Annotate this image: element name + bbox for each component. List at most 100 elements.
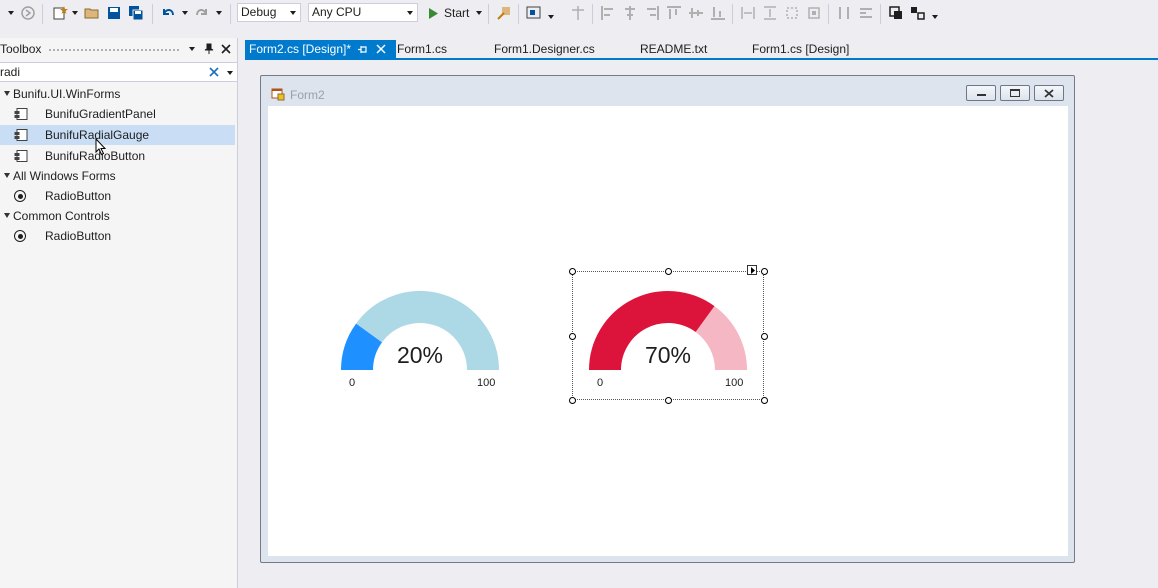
group-label: All Windows Forms: [13, 169, 116, 183]
tab-label: README.txt: [640, 42, 708, 56]
redo-dropdown-icon[interactable]: [216, 11, 222, 15]
form-title: Form2: [290, 88, 325, 102]
toolbox-search[interactable]: [0, 62, 237, 82]
align-center-icon: [625, 6, 635, 20]
undo-icon[interactable]: [160, 5, 176, 21]
resize-handle[interactable]: [761, 333, 768, 340]
component-icon: [14, 129, 28, 141]
redo-icon[interactable]: [194, 5, 210, 21]
resize-handle[interactable]: [665, 397, 672, 404]
close-icon[interactable]: [376, 44, 386, 54]
chevron-down-icon[interactable]: [8, 11, 14, 15]
configuration-value: Debug: [241, 5, 277, 19]
expanded-triangle-icon[interactable]: [4, 91, 10, 96]
navigate-forward-icon[interactable]: [20, 5, 36, 21]
play-icon: [429, 8, 438, 19]
item-label: BunifuGradientPanel: [45, 107, 156, 121]
chevron-down-icon: [290, 11, 296, 15]
vertical-spacing-icon: [860, 8, 872, 18]
gauge-min-label: 0: [349, 377, 356, 389]
align-top-icon: [667, 6, 681, 19]
save-icon[interactable]: [106, 5, 122, 21]
platform-select[interactable]: Any CPU: [308, 3, 418, 22]
close-button[interactable]: [1034, 85, 1064, 101]
radio-button-icon: [14, 190, 26, 202]
item-label: RadioButton: [45, 229, 112, 243]
bring-to-front-icon[interactable]: [888, 5, 904, 21]
component-icon: [14, 150, 28, 162]
resize-handle[interactable]: [761, 397, 768, 404]
tab-form2-design[interactable]: Form2.cs [Design]*: [245, 40, 396, 58]
align-grid-icon: [572, 6, 584, 20]
tree-group[interactable]: Common Controls: [0, 206, 235, 226]
minimize-button[interactable]: [966, 85, 996, 101]
new-project-icon[interactable]: [52, 5, 68, 21]
same-height-icon: [764, 6, 776, 20]
platform-value: Any CPU: [312, 5, 362, 19]
expanded-triangle-icon[interactable]: [4, 173, 10, 178]
toolbox-search-input[interactable]: [0, 64, 200, 80]
minimize-icon: [977, 94, 986, 96]
tab-order-icon[interactable]: [910, 5, 926, 21]
layout-icon[interactable]: [526, 5, 542, 21]
radial-gauge[interactable]: 20% 0 100: [330, 280, 510, 392]
close-icon: [1044, 89, 1054, 98]
panel-options-icon[interactable]: [189, 47, 195, 51]
resize-handle[interactable]: [569, 397, 576, 404]
list-item[interactable]: BunifuGradientPanel: [0, 104, 235, 124]
close-icon[interactable]: [220, 43, 232, 55]
form-icon: [271, 88, 285, 101]
list-item[interactable]: RadioButton: [0, 186, 235, 206]
list-item[interactable]: BunifuRadioButton: [0, 146, 235, 166]
main-toolbar: Debug Any CPU Start: [0, 0, 1158, 28]
expanded-triangle-icon[interactable]: [4, 213, 10, 218]
component-icon: [14, 108, 28, 120]
open-folder-icon[interactable]: [84, 5, 100, 21]
search-options-icon[interactable]: [227, 71, 233, 75]
align-right-icon: [647, 6, 659, 20]
chevron-down-icon: [476, 11, 482, 15]
tab-form1-design[interactable]: Form1.cs [Design]: [752, 40, 849, 58]
tab-label: Form1.cs: [397, 42, 448, 56]
start-label: Start: [444, 6, 470, 20]
gauge-max-label: 100: [477, 377, 496, 389]
resize-handle[interactable]: [569, 333, 576, 340]
new-dropdown-icon[interactable]: [72, 11, 78, 15]
toolbox-title: Toolbox: [0, 42, 42, 56]
tab-readme[interactable]: README.txt: [640, 40, 707, 58]
item-label: RadioButton: [45, 189, 112, 203]
size-to-grid-icon: [808, 7, 820, 19]
toolbar-options-icon[interactable]: [932, 15, 938, 19]
resize-handle[interactable]: [761, 268, 768, 275]
tab-form1-cs[interactable]: Form1.cs: [397, 40, 447, 58]
tab-label: Form2.cs [Design]*: [249, 42, 352, 56]
align-middle-icon: [689, 8, 703, 18]
radio-button-icon: [14, 230, 26, 242]
tab-form1-designer[interactable]: Form1.Designer.cs: [494, 40, 595, 58]
list-item[interactable]: RadioButton: [0, 226, 235, 246]
tree-group[interactable]: All Windows Forms: [0, 166, 235, 186]
layout-dropdown-icon[interactable]: [548, 15, 554, 19]
list-item[interactable]: BunifuRadialGauge: [0, 125, 235, 145]
pin-icon[interactable]: [203, 43, 215, 55]
resize-handle[interactable]: [569, 268, 576, 275]
tab-label: Form1.Designer.cs: [494, 42, 595, 56]
pin-icon[interactable]: [358, 45, 368, 54]
align-left-icon: [601, 6, 613, 20]
maximize-button[interactable]: [1000, 85, 1030, 101]
selection-frame: [572, 271, 764, 400]
group-label: Common Controls: [13, 209, 110, 223]
group-label: Bunifu.UI.WinForms: [13, 87, 121, 101]
browser-link-icon[interactable]: [496, 5, 512, 21]
chevron-down-icon: [407, 11, 413, 15]
undo-dropdown-icon[interactable]: [182, 11, 188, 15]
tree-group[interactable]: Bunifu.UI.WinForms: [0, 84, 235, 104]
save-all-icon[interactable]: [128, 5, 144, 21]
tab-label: Form1.cs [Design]: [752, 42, 850, 56]
clear-search-icon[interactable]: [209, 67, 219, 77]
resize-handle[interactable]: [665, 268, 672, 275]
smart-tag-button[interactable]: [747, 265, 757, 275]
panel-grip[interactable]: [48, 48, 180, 52]
configuration-select[interactable]: Debug: [237, 3, 301, 22]
same-size-icon: [786, 7, 798, 19]
